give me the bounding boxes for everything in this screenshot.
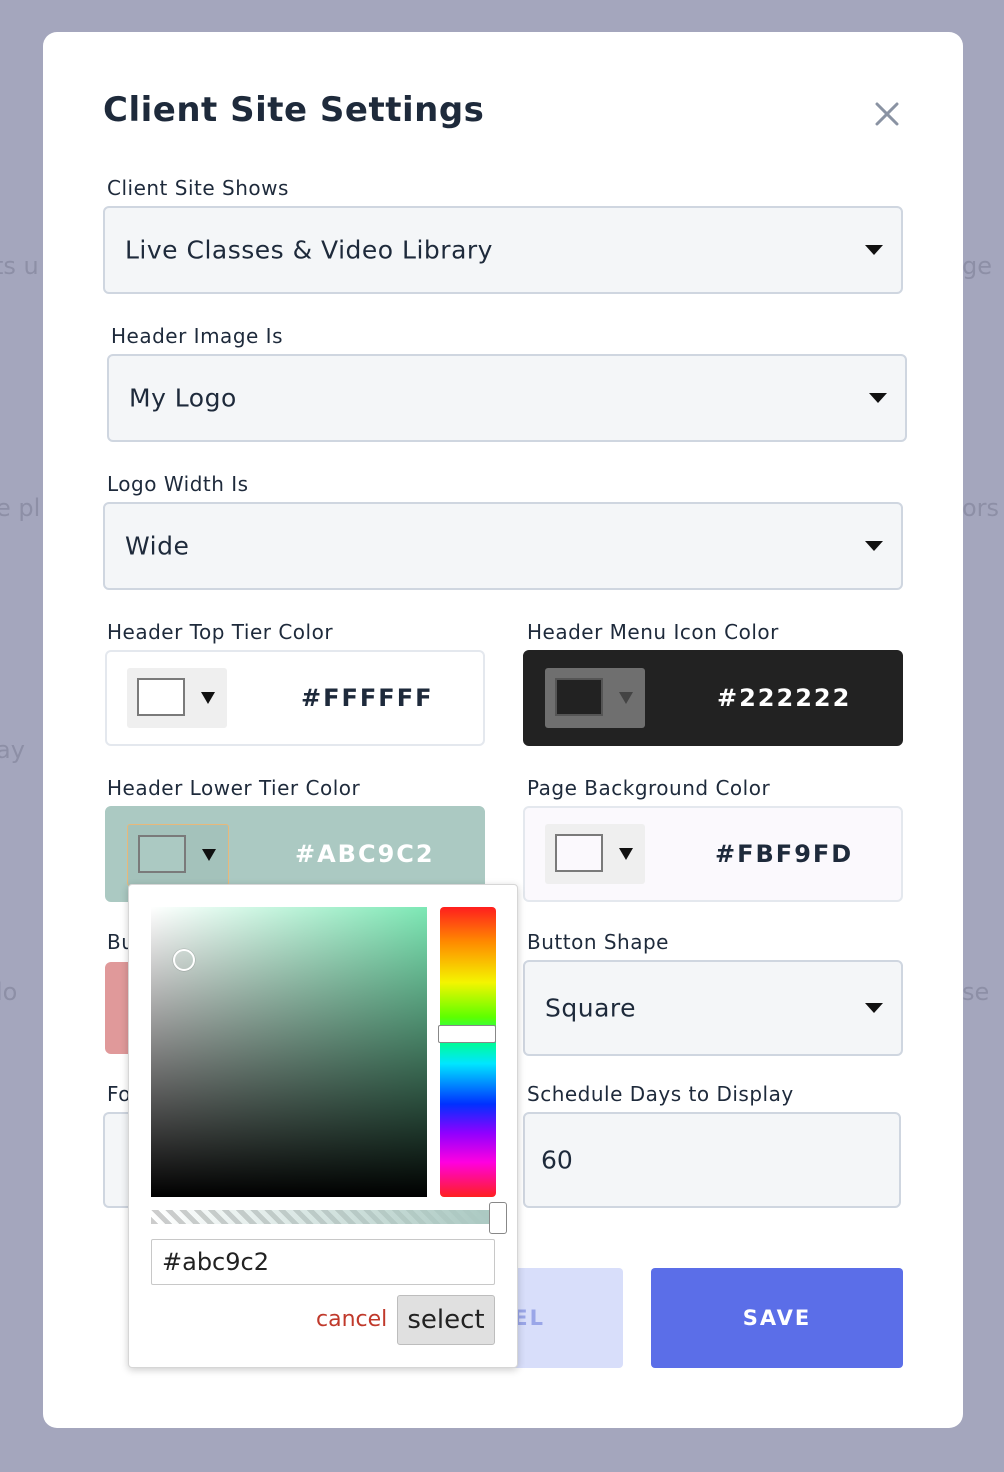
chevron-down-icon bbox=[865, 541, 883, 551]
close-button[interactable] bbox=[869, 96, 905, 132]
header-top-tier-color-picker-button[interactable] bbox=[127, 668, 227, 728]
hue-slider[interactable] bbox=[438, 907, 496, 1197]
saturation-value-area[interactable] bbox=[151, 907, 427, 1197]
header-lower-tier-color-label: Header Lower Tier Color bbox=[107, 776, 361, 800]
page-background-color-picker-button[interactable] bbox=[545, 824, 645, 884]
save-button[interactable]: SAVE bbox=[651, 1268, 903, 1368]
header-lower-tier-color-picker-button[interactable] bbox=[127, 824, 229, 886]
alpha-slider[interactable] bbox=[151, 1202, 507, 1234]
background-page-text: se bbox=[962, 978, 990, 1006]
picker-cancel-button[interactable]: cancel bbox=[316, 1307, 387, 1332]
cancel-button-label: EL bbox=[513, 1306, 545, 1330]
color-swatch bbox=[555, 834, 603, 872]
schedule-days-input[interactable]: 60 bbox=[523, 1112, 901, 1208]
background-page-text: ors bbox=[962, 494, 1000, 522]
picker-select-button[interactable]: select bbox=[397, 1295, 495, 1345]
chevron-down-icon bbox=[865, 1003, 883, 1013]
button-shape-value: Square bbox=[545, 993, 637, 1023]
save-button-label: SAVE bbox=[742, 1306, 812, 1330]
client-site-shows-label: Client Site Shows bbox=[107, 176, 289, 200]
chevron-down-icon bbox=[869, 393, 887, 403]
header-menu-icon-color-field: #222222 bbox=[523, 650, 903, 746]
header-image-label: Header Image Is bbox=[111, 324, 283, 348]
page-background-color-field: #FBF9FD bbox=[523, 806, 903, 902]
background-page-text: e pl bbox=[0, 494, 41, 522]
logo-width-label: Logo Width Is bbox=[107, 472, 249, 496]
background-page-text: ge bbox=[962, 252, 992, 280]
chevron-down-icon bbox=[865, 245, 883, 255]
background-page-text: lo bbox=[0, 978, 18, 1006]
button-shape-label: Button Shape bbox=[527, 930, 669, 954]
hue-handle[interactable] bbox=[438, 1025, 496, 1043]
page-background-color-label: Page Background Color bbox=[527, 776, 771, 800]
page-background-color-hex: #FBF9FD bbox=[715, 840, 854, 868]
alpha-handle[interactable] bbox=[489, 1202, 507, 1234]
header-top-tier-color-label: Header Top Tier Color bbox=[107, 620, 334, 644]
caret-down-icon bbox=[201, 692, 215, 704]
header-menu-icon-color-hex: #222222 bbox=[717, 684, 852, 712]
button-shape-select[interactable]: Square bbox=[523, 960, 903, 1056]
background-page-text: ts u bbox=[0, 252, 39, 280]
color-swatch bbox=[137, 678, 185, 716]
header-menu-icon-color-label: Header Menu Icon Color bbox=[527, 620, 779, 644]
close-icon bbox=[875, 102, 899, 126]
caret-down-icon bbox=[619, 848, 633, 860]
schedule-days-label: Schedule Days to Display bbox=[527, 1082, 794, 1106]
header-image-value: My Logo bbox=[129, 383, 237, 413]
header-image-select[interactable]: My Logo bbox=[107, 354, 907, 442]
schedule-days-value: 60 bbox=[541, 1145, 573, 1175]
caret-down-icon bbox=[619, 692, 633, 704]
color-swatch bbox=[138, 835, 186, 873]
caret-down-icon bbox=[202, 849, 216, 861]
hex-input[interactable] bbox=[151, 1239, 495, 1285]
header-menu-icon-color-picker-button[interactable] bbox=[545, 668, 645, 728]
header-top-tier-color-field: #FFFFFF bbox=[105, 650, 485, 746]
logo-width-value: Wide bbox=[125, 531, 190, 561]
header-top-tier-color-hex: #FFFFFF bbox=[301, 684, 434, 712]
color-swatch bbox=[555, 678, 603, 716]
background-page-text: ay bbox=[0, 736, 25, 764]
header-lower-tier-color-hex: #ABC9C2 bbox=[295, 840, 435, 868]
client-site-shows-select[interactable]: Live Classes & Video Library bbox=[103, 206, 903, 294]
modal-title: Client Site Settings bbox=[103, 90, 485, 130]
saturation-handle[interactable] bbox=[173, 949, 195, 971]
color-picker-popup: cancel select bbox=[128, 884, 518, 1368]
logo-width-select[interactable]: Wide bbox=[103, 502, 903, 590]
client-site-shows-value: Live Classes & Video Library bbox=[125, 235, 493, 265]
